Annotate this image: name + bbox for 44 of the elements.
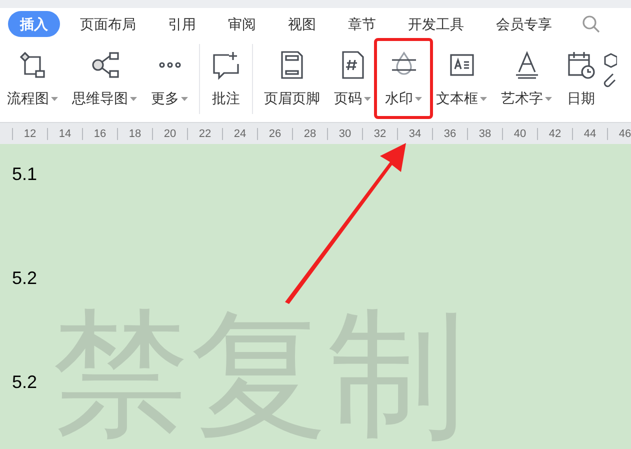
ruler-number: 38 [467, 128, 502, 140]
ruler-number: 18 [117, 128, 152, 140]
ribbon-button[interactable]: 页眉页脚 [261, 50, 323, 109]
ruler-number: 20 [152, 128, 187, 140]
document-line: 5.2 [12, 371, 38, 394]
ribbon-button[interactable]: 思维导图 [69, 50, 140, 109]
ribbon-button[interactable]: 更多 [148, 50, 191, 109]
ruler-number: 40 [502, 128, 537, 140]
search-icon[interactable] [582, 15, 600, 33]
ruler-number: 46 [607, 128, 631, 140]
more-icon [158, 62, 180, 68]
ruler-number: 30 [327, 128, 362, 140]
ribbon-tab[interactable]: 章节 [336, 11, 388, 37]
ribbon-button[interactable]: 页码 [331, 50, 374, 109]
ruler-number: 28 [292, 128, 327, 140]
ribbon-tab[interactable]: 开发工具 [396, 11, 476, 37]
ruler-number: 32 [362, 128, 397, 140]
ribbon-button[interactable]: 艺术字 [498, 50, 555, 109]
ruler-number: 12 [12, 128, 47, 140]
ribbon-tab[interactable]: 会员专享 [484, 11, 564, 37]
ribbon-tab[interactable]: 视图 [276, 11, 328, 37]
ribbon-button[interactable]: 日期 [563, 50, 599, 109]
document-line: 5.2 [12, 267, 38, 290]
ribbon-tab[interactable]: 审阅 [216, 11, 268, 37]
flowchart-icon [18, 50, 48, 80]
ribbon-tab[interactable]: 页面布局 [68, 11, 148, 37]
ribbon-button[interactable]: 水印 [382, 50, 425, 109]
ruler-number: 24 [222, 128, 257, 140]
comment-icon [211, 50, 241, 80]
mindmap-icon [90, 50, 120, 80]
ruler-number: 34 [397, 128, 432, 140]
ruler-number: 36 [432, 128, 467, 140]
ruler-number: 42 [537, 128, 572, 140]
ruler-number: 22 [187, 128, 222, 140]
ribbon-button[interactable]: 批注 [208, 50, 244, 109]
ruler-number: 26 [257, 128, 292, 140]
ribbon-button[interactable]: 流程图 [4, 50, 61, 109]
ribbon-tab[interactable]: 引用 [156, 11, 208, 37]
ruler-number: 16 [82, 128, 117, 140]
ruler-number: 14 [47, 128, 82, 140]
calendar-icon [566, 50, 596, 80]
ribbon-button[interactable]: 文本框 [433, 50, 490, 109]
ruler-number: 44 [572, 128, 607, 140]
document-line: 5.1 [12, 163, 38, 186]
